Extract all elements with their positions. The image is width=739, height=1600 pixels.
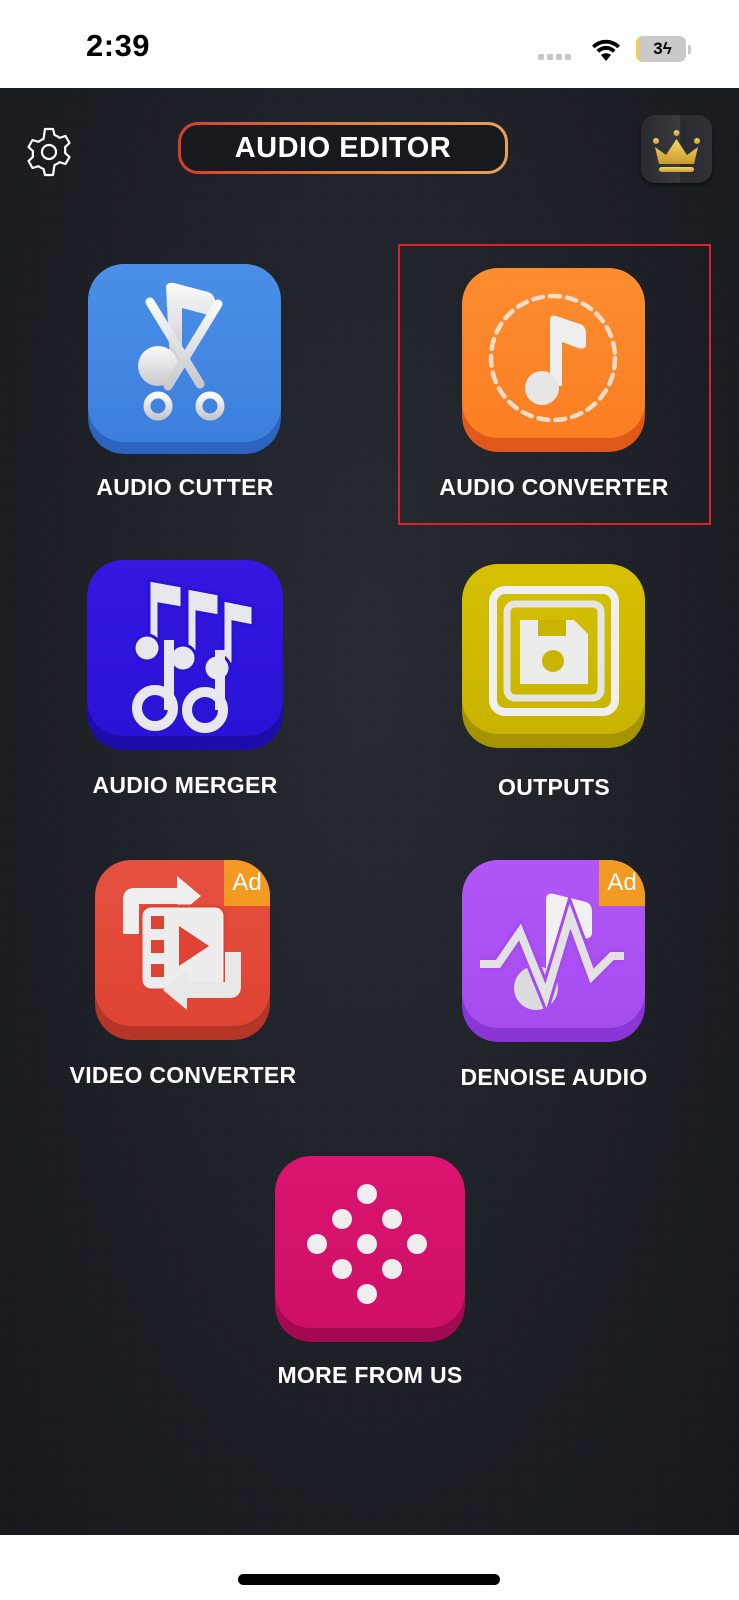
tile-label: MORE FROM US (277, 1362, 463, 1388)
gear-icon[interactable] (23, 126, 75, 178)
status-time: 2:39 (86, 28, 151, 63)
battery-indicator: 3 ϟ (636, 36, 686, 62)
bottom-safe-area (0, 1535, 739, 1600)
scissors-music-note-icon (138, 282, 225, 421)
tile-label: OUTPUTS (498, 774, 610, 800)
wifi-icon (592, 39, 620, 61)
battery-level: 3 (653, 39, 663, 58)
denoise-audio-icon-box: Ad (462, 860, 645, 1042)
dots-grid-icon (307, 1184, 427, 1304)
tile-label: DENOISE AUDIO (460, 1064, 648, 1090)
status-bar: 2:39 3 ϟ (0, 0, 739, 88)
multiple-music-notes-icon (132, 578, 255, 733)
audio-merger-icon-box (87, 560, 283, 750)
app-title-text: AUDIO EDITOR (234, 131, 452, 164)
tile-label: AUDIO MERGER (92, 772, 278, 798)
video-converter-icon-box: Ad (95, 860, 270, 1040)
selection-highlight-box (398, 244, 711, 525)
more-from-us-icon-box (275, 1156, 465, 1342)
app-title: AUDIO EDITOR (178, 122, 508, 174)
home-indicator[interactable] (238, 1574, 500, 1585)
crown-icon (653, 130, 700, 172)
cellular-signal-icon (538, 54, 571, 60)
tile-label: AUDIO CUTTER (96, 474, 274, 500)
battery-nub (688, 45, 691, 54)
outputs-icon-box (462, 564, 645, 748)
app-main: AUDIO EDITOR AUDIO CUTTER AUDIO CONVERTE… (0, 88, 739, 1535)
tile-label: VIDEO CONVERTER (69, 1062, 297, 1088)
charging-bolt-icon: ϟ (662, 39, 672, 58)
floppy-disk-icon (489, 586, 619, 716)
audio-cutter-icon-box (88, 264, 281, 454)
premium-button[interactable] (641, 115, 712, 183)
